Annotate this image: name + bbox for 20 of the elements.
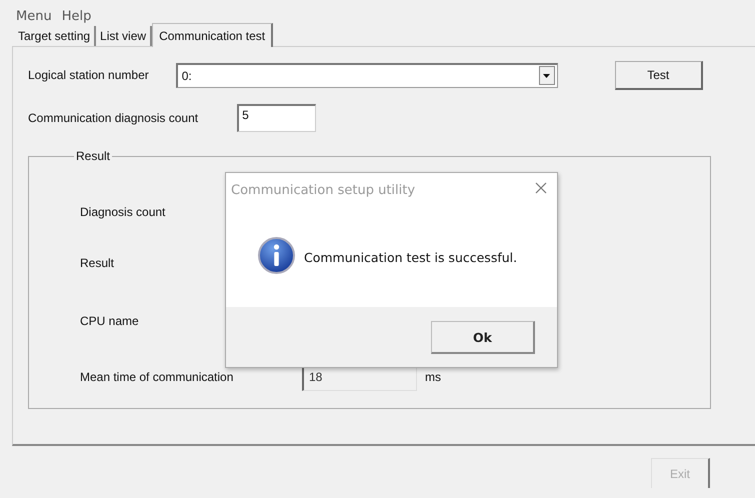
menu-item[interactable]: Menu [16,9,52,22]
unit-label: ms [425,370,441,384]
result-label: Diagnosis count [80,205,166,219]
group-title: Result [75,149,112,163]
dialog-message: Communication test is successful. [304,250,518,264]
station-dropdown[interactable]: 0: [176,62,558,88]
dialog-title: Communication setup utility [231,182,416,198]
tab[interactable]: Communication test [152,23,274,47]
close-icon[interactable] [535,182,547,194]
menu-item[interactable]: Help [62,9,92,22]
test-button[interactable]: Test [614,60,703,90]
info-icon [258,237,295,274]
result-label: CPU name [80,314,140,328]
result-label: Mean time of communication [80,370,234,384]
field-label: Communication diagnosis count [28,111,198,125]
ok-button[interactable]: Ok [431,321,535,354]
field-label: Logical station number [28,68,149,82]
count-field[interactable]: 5 [237,104,316,132]
result-label: Result [80,256,116,270]
dropdown-arrow-icon [543,74,550,78]
